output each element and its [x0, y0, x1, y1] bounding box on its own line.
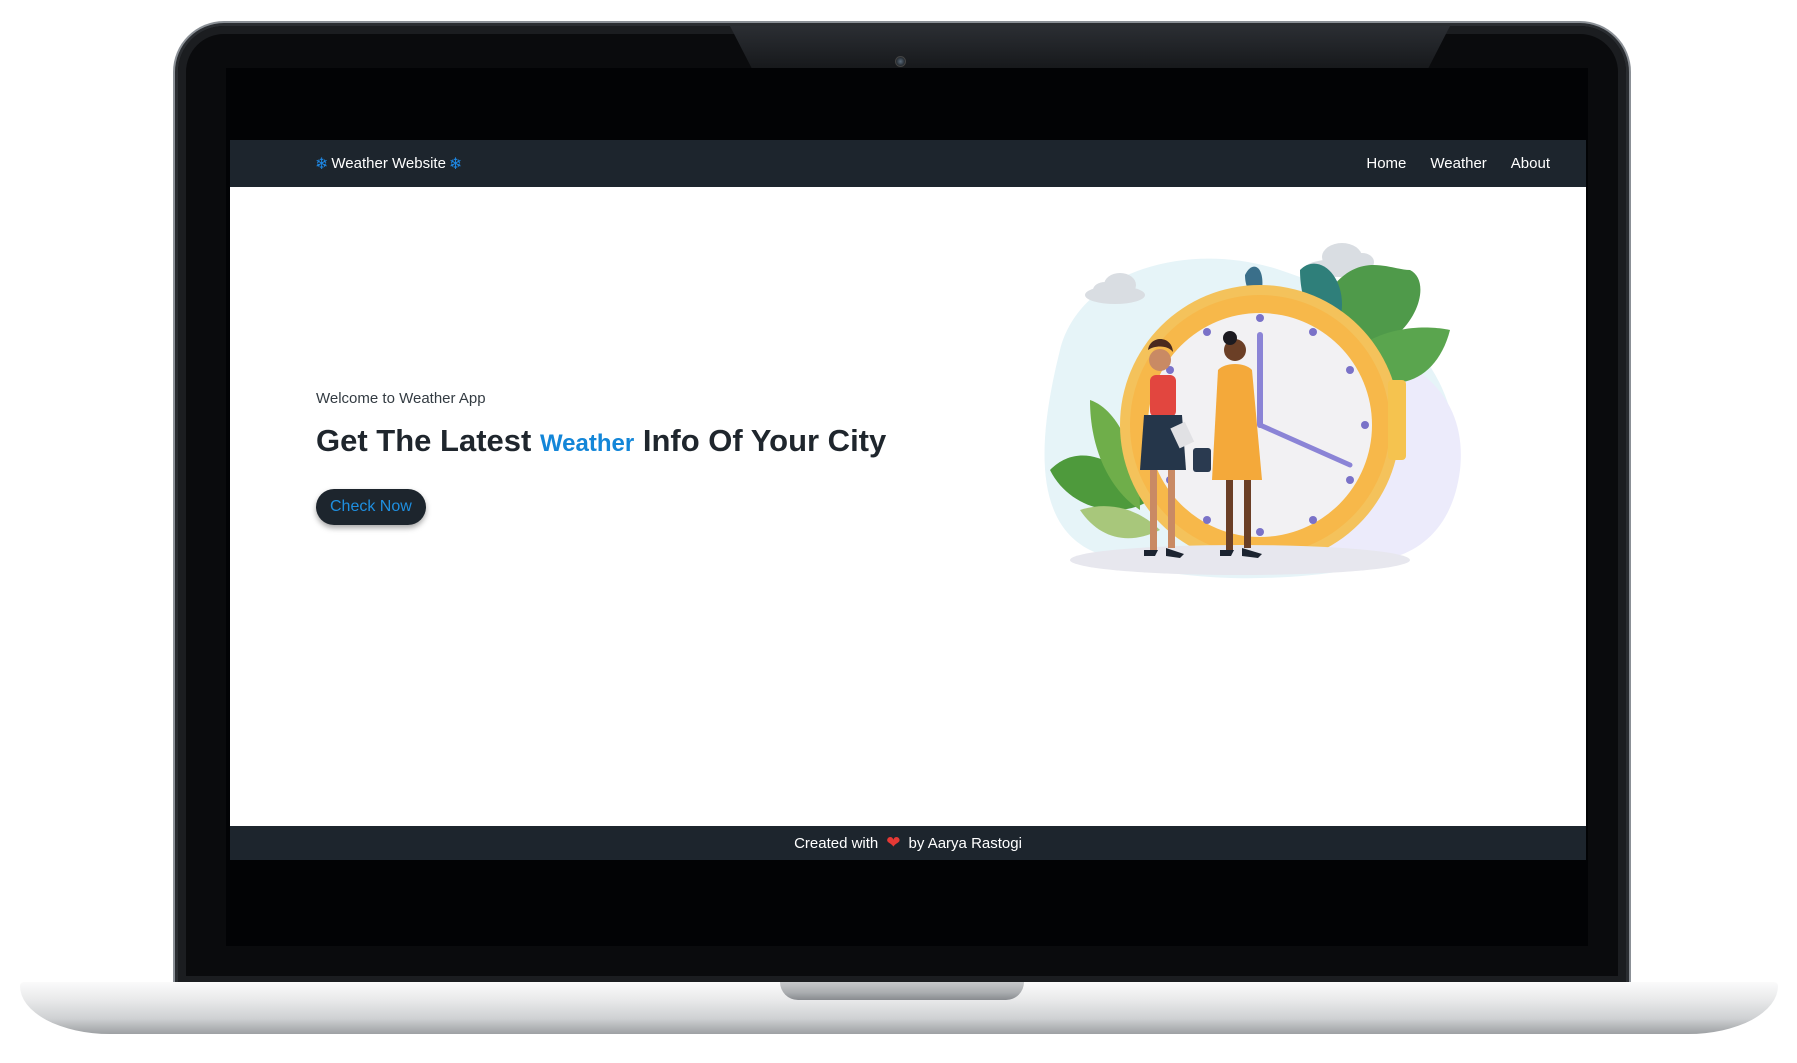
- nav-link-weather[interactable]: Weather: [1430, 155, 1486, 172]
- hero-headline: Get The Latest Weather Info Of Your City: [316, 423, 956, 459]
- headline-end: Info Of Your City: [642, 423, 887, 458]
- snowflake-icon: ❄: [448, 155, 463, 173]
- heart-icon: ❤: [886, 833, 901, 852]
- hero-illustration: [990, 230, 1510, 630]
- footer-text-start: Created with: [794, 834, 879, 852]
- nav-link-about[interactable]: About: [1511, 155, 1550, 172]
- brand-title: Weather Website: [331, 155, 446, 172]
- nav-links: Home Weather About: [1366, 155, 1550, 172]
- welcome-text: Welcome to Weather App: [316, 390, 486, 407]
- laptop-bezel-top: [730, 26, 1450, 68]
- navbar: ❄ Weather Website ❄ Home Weather About: [230, 140, 1586, 187]
- footer-text-end: by Aarya Rastogi: [908, 834, 1022, 852]
- clock-people-illustration: [1044, 243, 1461, 579]
- webpage: ❄ Weather Website ❄ Home Weather About W…: [230, 140, 1586, 860]
- laptop-mockup: ❄ Weather Website ❄ Home Weather About W…: [0, 0, 1797, 1063]
- navbar-brand[interactable]: ❄ Weather Website ❄: [315, 154, 462, 174]
- webcam-icon: [895, 56, 906, 67]
- headline-accent: Weather: [539, 430, 635, 457]
- laptop-hinge-notch: [780, 982, 1024, 1000]
- nav-link-home[interactable]: Home: [1366, 155, 1406, 172]
- footer: Created with ❤ by Aarya Rastogi: [230, 826, 1586, 860]
- check-now-button[interactable]: Check Now: [316, 489, 426, 525]
- headline-start: Get The Latest: [316, 423, 532, 458]
- snowflake-icon: ❄: [315, 155, 329, 173]
- hero-section: Welcome to Weather App Get The Latest We…: [316, 390, 956, 525]
